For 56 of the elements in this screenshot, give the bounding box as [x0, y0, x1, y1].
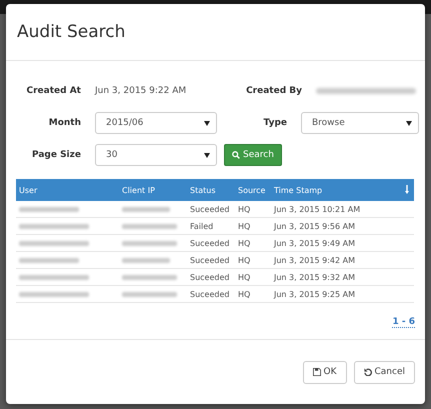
field-label: Created At — [26, 86, 81, 96]
blurred-value — [19, 224, 89, 229]
column-header: User — [16, 179, 119, 201]
ok-button[interactable]: OK — [302, 360, 346, 384]
blurred-value — [19, 274, 89, 280]
table-cell: Jun 3, 2015 9:32 AM — [271, 268, 414, 286]
blurred-value — [19, 258, 79, 263]
undo-icon — [364, 368, 372, 376]
field-label: Type — [262, 118, 287, 128]
table-cell: Suceeded — [187, 201, 235, 218]
table-cell: Jun 3, 2015 10:21 AM — [271, 201, 414, 218]
dialog-title: Audit Search — [17, 22, 126, 42]
table-cell: HQ — [235, 234, 271, 252]
column-header: Time Stamp — [271, 179, 387, 201]
search-button[interactable]: Search — [224, 144, 282, 166]
table-cell: Jun 3, 2015 9:49 AM — [271, 234, 414, 252]
blurred-value — [122, 258, 170, 263]
blurred-value — [19, 206, 79, 212]
table-cell: Suceeded — [187, 286, 235, 302]
blurred-value — [19, 240, 89, 246]
caret-icon — [204, 120, 210, 126]
table-cell: HQ — [235, 201, 271, 218]
save-icon — [312, 368, 320, 376]
column-header: Status — [187, 179, 235, 201]
sort-icon[interactable] — [405, 184, 409, 194]
pagination-link[interactable]: 1 - 6 — [392, 317, 415, 328]
caret-icon — [406, 120, 412, 126]
dropdown[interactable]: 2015/06 — [95, 112, 217, 134]
table-cell: HQ — [235, 268, 271, 286]
column-header: Source — [235, 179, 271, 201]
table-cell: Suceeded — [187, 252, 235, 268]
field-label: Month — [48, 118, 81, 128]
blurred-value — [19, 292, 89, 297]
table-cell: HQ — [235, 252, 271, 268]
blurred-value — [122, 240, 177, 246]
table-cell: Jun 3, 2015 9:42 AM — [271, 252, 414, 268]
table-cell: Jun 3, 2015 9:25 AM — [271, 286, 414, 302]
column-header: Client IP — [119, 179, 187, 201]
caret-icon — [204, 152, 210, 158]
table-cell: HQ — [235, 286, 271, 302]
dropdown[interactable]: Browse — [301, 112, 419, 134]
search-icon — [232, 151, 240, 159]
field-label: Created By — [245, 86, 302, 96]
blurred-value — [122, 224, 177, 229]
cancel-button[interactable]: Cancel — [354, 360, 415, 384]
blurred-value — [122, 206, 170, 212]
table-cell: Jun 3, 2015 9:56 AM — [271, 218, 414, 234]
table-cell: Suceeded — [187, 234, 235, 252]
field-value: Jun 3, 2015 9:22 AM — [95, 86, 188, 96]
field-label: Page Size — [30, 150, 81, 160]
table-cell: HQ — [235, 218, 271, 234]
dropdown[interactable]: 30 — [95, 144, 217, 166]
table-cell: Suceeded — [187, 268, 235, 286]
blurred-value — [122, 292, 177, 297]
table-cell: Failed — [187, 218, 235, 234]
blurred-value — [122, 274, 177, 280]
